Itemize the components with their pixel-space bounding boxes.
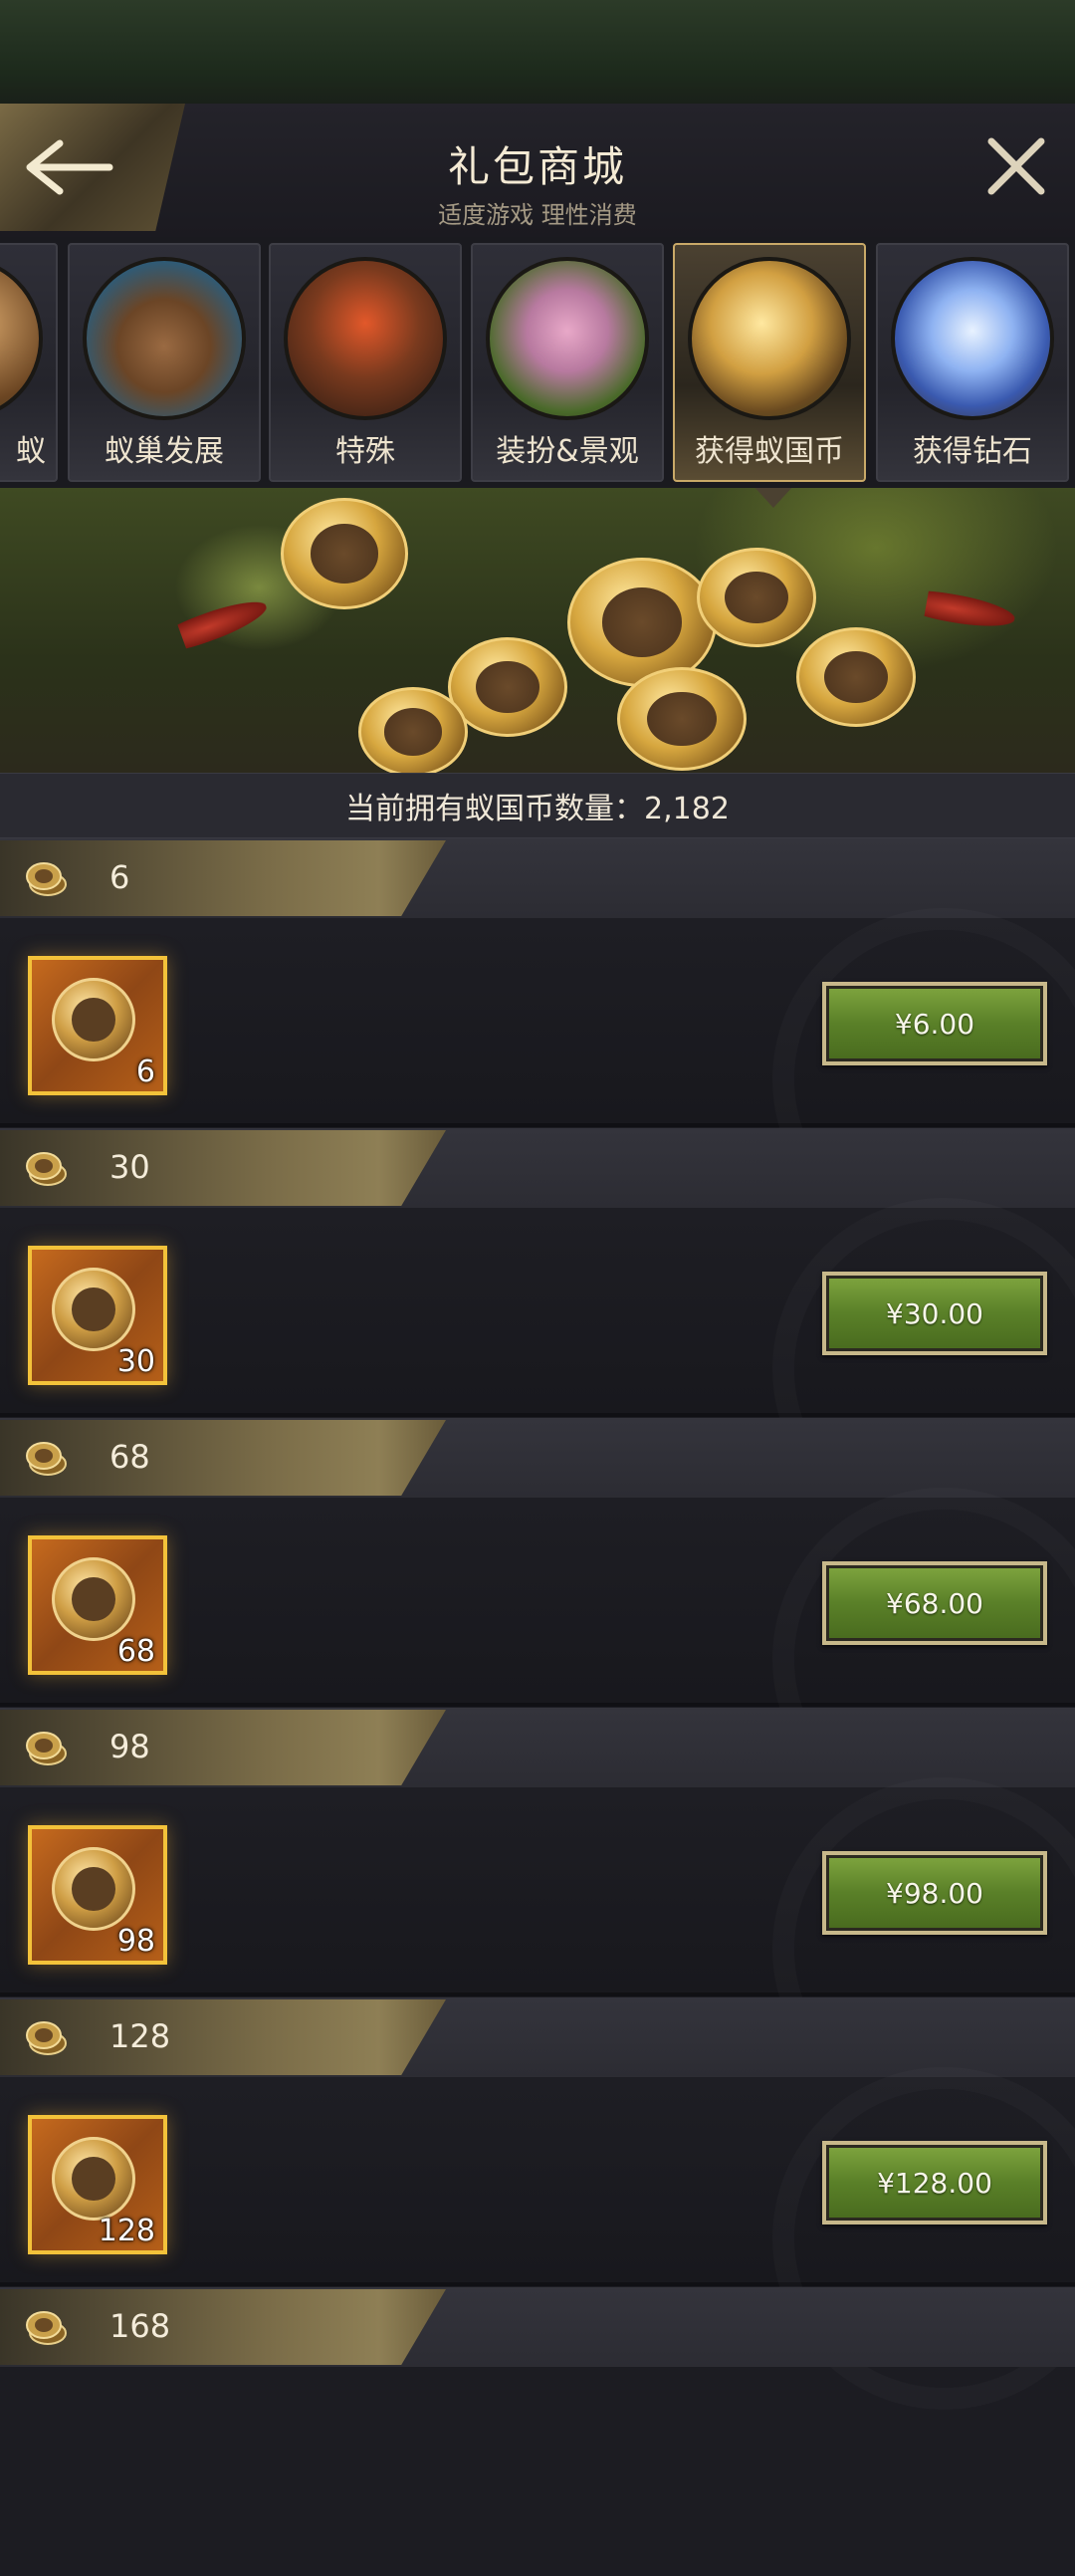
- tab-decor-landscape[interactable]: 装扮&景观: [471, 243, 664, 482]
- tab-label: 蚁巢发展: [105, 434, 224, 469]
- coin-illustration: [281, 498, 408, 609]
- ant-coin-icon: [26, 1732, 67, 1765]
- coin-pack: 128 128 ¥128.00: [0, 1997, 1075, 2286]
- close-icon[interactable]: [983, 133, 1049, 199]
- item-count: 6: [135, 1054, 155, 1089]
- ant-nest-icon: [83, 257, 246, 420]
- pack-body: 98 ¥98.00: [0, 1787, 1075, 1996]
- buy-button[interactable]: ¥68.00: [822, 1561, 1047, 1645]
- tab-label: 装扮&景观: [496, 434, 639, 469]
- pack-body: 68 ¥68.00: [0, 1498, 1075, 1707]
- ant-coins-banner: [0, 488, 1075, 773]
- pack-amount: 68: [109, 1438, 150, 1476]
- coin-illustration: [796, 627, 916, 727]
- tab-special[interactable]: 特殊: [269, 243, 462, 482]
- pack-body: 30 ¥30.00: [0, 1208, 1075, 1417]
- succulent-plant-icon: [486, 257, 649, 420]
- pack-header: 30: [0, 1128, 1075, 1208]
- active-tab-pointer: [753, 488, 793, 508]
- ant-coin-icon: [26, 862, 67, 896]
- tab-get-diamonds[interactable]: 获得钻石: [876, 243, 1069, 482]
- item-count: 98: [116, 1924, 155, 1959]
- ant-coin-icon: [52, 2137, 135, 2221]
- coin-pack: 68 68 ¥68.00: [0, 1418, 1075, 1707]
- item-count: 30: [116, 1344, 155, 1379]
- pack-amount: 98: [109, 1728, 150, 1765]
- coin-pack: 6 6 ¥6.00: [0, 838, 1075, 1127]
- special-ants-icon: [284, 257, 447, 420]
- red-ant-illustration: [924, 589, 1017, 633]
- coin-pack: 168: [0, 2287, 1075, 2576]
- tab-get-ant-coins[interactable]: 获得蚁国币: [673, 243, 866, 482]
- tab-label: 特殊: [335, 434, 395, 469]
- coin-illustration: [697, 548, 816, 647]
- ant-coin-icon: [688, 257, 851, 420]
- pack-body: 128 ¥128.00: [0, 2077, 1075, 2286]
- item-count: 68: [116, 1634, 155, 1669]
- page-title: 礼包商城: [447, 142, 627, 191]
- category-tabs: 蚁 蚁巢发展 特殊 装扮&景观 获得蚁国币 获得钻石: [0, 237, 1075, 488]
- coin-illustration: [358, 687, 468, 773]
- tab-label: 获得钻石: [913, 434, 1032, 469]
- buy-button[interactable]: ¥128.00: [822, 2141, 1047, 2225]
- pack-amount: 6: [109, 858, 130, 896]
- ant-coin-icon: [26, 1442, 67, 1476]
- tab-nest-development[interactable]: 蚁巢发展: [68, 243, 261, 482]
- pack-amount: 30: [109, 1148, 150, 1186]
- pack-amount: 168: [109, 2307, 171, 2345]
- ant-coin-icon: [26, 1152, 67, 1186]
- diamond-icon: [891, 257, 1054, 420]
- coin-pack: 30 30 ¥30.00: [0, 1128, 1075, 1417]
- shop-header: 礼包商城 适度游戏 理性消费: [0, 104, 1075, 239]
- tab-label: 获得蚁国币: [695, 434, 844, 469]
- pack-amount: 128: [109, 2017, 171, 2055]
- red-ant-illustration: [176, 592, 272, 650]
- ant-coin-icon: [26, 2021, 67, 2055]
- pack-header: 68: [0, 1418, 1075, 1498]
- item-count: 128: [98, 2214, 155, 2248]
- pack-header: 128: [0, 1997, 1075, 2077]
- coin-balance: 当前拥有蚁国币数量：2,182: [0, 773, 1075, 838]
- page-subtitle: 适度游戏 理性消费: [438, 201, 637, 229]
- coin-item-card[interactable]: 128: [28, 2115, 167, 2254]
- game-background-strip: [0, 0, 1075, 104]
- pack-header: 98: [0, 1708, 1075, 1787]
- pack-body: 6 ¥6.00: [0, 918, 1075, 1127]
- buy-button[interactable]: ¥6.00: [822, 982, 1047, 1065]
- ant-coin-icon: [52, 1557, 135, 1641]
- tab-partial[interactable]: 蚁: [0, 243, 58, 482]
- coin-item-card[interactable]: 98: [28, 1825, 167, 1965]
- ant-coin-icon: [26, 2311, 67, 2345]
- coin-pack: 98 98 ¥98.00: [0, 1708, 1075, 1996]
- buy-button[interactable]: ¥30.00: [822, 1272, 1047, 1355]
- ant-coin-icon: [52, 1268, 135, 1351]
- coin-item-card[interactable]: 68: [28, 1535, 167, 1675]
- coin-item-card[interactable]: 6: [28, 956, 167, 1095]
- buy-button[interactable]: ¥98.00: [822, 1851, 1047, 1935]
- pack-header: 168: [0, 2287, 1075, 2367]
- ant-egg-icon: [0, 257, 43, 420]
- coin-item-card[interactable]: 30: [28, 1246, 167, 1385]
- ant-coin-icon: [52, 978, 135, 1061]
- ant-coin-icon: [52, 1847, 135, 1931]
- coin-illustration: [617, 667, 747, 771]
- tab-label: 蚁: [16, 434, 46, 469]
- pack-header: 6: [0, 838, 1075, 918]
